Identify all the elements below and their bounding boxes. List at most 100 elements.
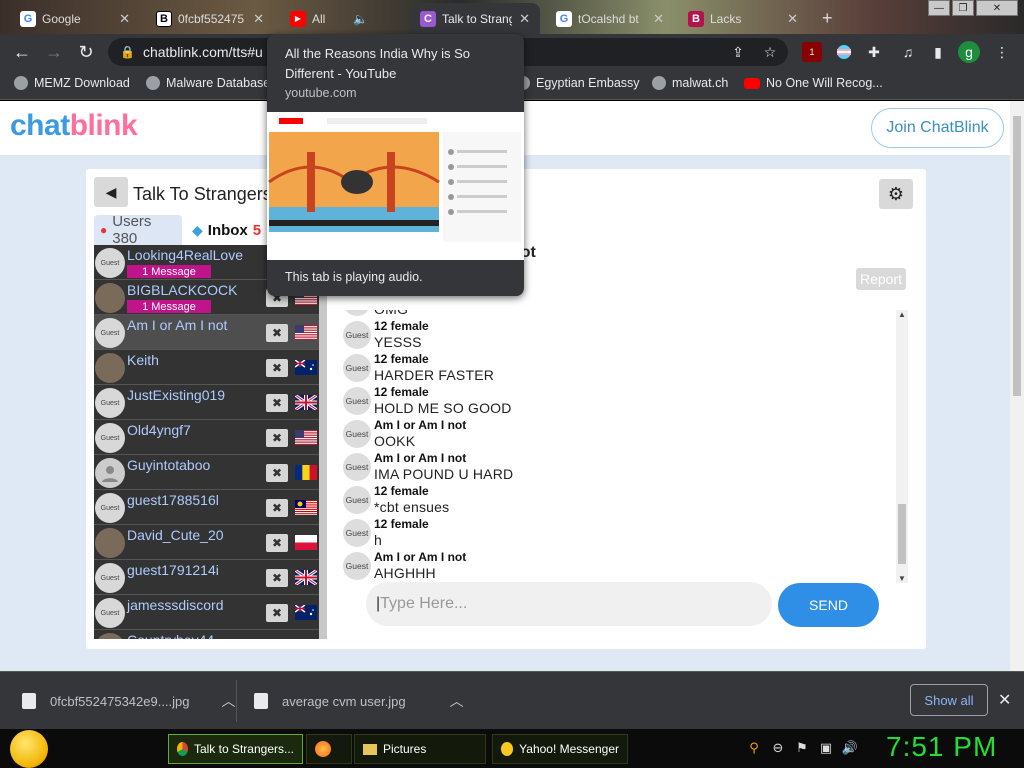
star-icon[interactable]: ☆ [760,42,780,62]
message-sender[interactable]: 12 female [374,352,429,366]
user-avatar[interactable]: Guest [95,248,125,278]
minus-circle-icon[interactable]: ⊖ [770,740,786,756]
menu-kebab-icon[interactable]: ⋮ [992,42,1012,62]
download-item[interactable]: average cvm user.jpg ︿ [254,672,464,730]
unread-message-badge[interactable]: 1 Message [127,300,211,313]
message-sender[interactable]: Am I or Am I not [374,550,466,564]
scroll-up-icon[interactable]: ▲ [898,310,906,319]
user-avatar[interactable] [95,528,125,558]
user-name[interactable]: Countryboy44 [127,632,214,639]
reload-icon[interactable]: ↻ [74,40,98,64]
message-sender[interactable]: Am I or Am I not [374,451,466,465]
user-name[interactable]: Am I or Am I not [127,317,227,333]
message-avatar[interactable]: Guest [343,387,371,415]
message-avatar[interactable]: Guest [343,519,371,547]
user-list-item[interactable]: Guyintotaboo ✖ [94,455,319,490]
message-sender[interactable]: Am I or Am I not [374,418,466,432]
user-list-item[interactable]: Guest guest1791214i ✖ [94,560,319,595]
user-name[interactable]: Old4yngf7 [127,422,191,438]
user-list-scrollbar[interactable] [319,245,327,639]
forward-arrow-icon[interactable]: → [42,40,66,64]
user-avatar[interactable]: Guest [95,598,125,628]
user-avatar[interactable] [95,283,125,313]
user-name[interactable]: guest1791214i [127,562,219,578]
close-icon[interactable]: ✕ [998,690,1011,710]
close-icon[interactable]: ✖ [266,394,288,412]
user-avatar[interactable]: Guest [95,493,125,523]
taskbar-clock[interactable]: 7:51 PM [886,731,997,763]
close-icon[interactable]: ✖ [266,464,288,482]
user-list-item[interactable]: David_Cute_20 ✖ [94,525,319,560]
message-avatar[interactable]: Guest [343,354,371,382]
chevron-up-icon[interactable]: ︿ [450,691,464,711]
tab-inbox[interactable]: ◆ Inbox 5 [186,215,266,245]
user-list-item[interactable]: Countryboy44✖ [94,630,319,639]
user-avatar[interactable]: Guest [95,318,125,348]
taskbar-item-firefox[interactable] [306,734,352,764]
close-icon[interactable]: ✕ [519,11,530,27]
user-avatar[interactable]: Guest [95,423,125,453]
user-name[interactable]: Looking4RealLove [127,247,243,263]
user-name[interactable]: Guyintotaboo [127,457,210,473]
tab-b[interactable]: B Lacks ✕ [678,3,808,34]
network-icon[interactable]: ▣ [818,740,834,756]
user-avatar[interactable]: Guest [95,563,125,593]
send-button[interactable]: SEND [778,583,879,627]
scroll-down-icon[interactable]: ▼ [898,574,906,583]
tab-google[interactable]: G Google ✕ [10,3,140,34]
user-name[interactable]: jamesssdiscord [127,597,223,613]
user-name[interactable]: Keith [127,352,159,368]
close-icon[interactable]: ✖ [266,324,288,342]
message-sender[interactable]: 12 female [374,484,429,498]
bookmark-memz[interactable]: MEMZ Download [14,76,130,90]
side-panel-icon[interactable]: ▮ [928,42,948,62]
close-icon[interactable]: ✕ [653,11,664,27]
speaker-icon[interactable]: 🔈 [353,12,368,26]
maximize-button[interactable]: ❐ [952,0,974,16]
back-button[interactable]: ◀ [94,177,128,207]
user-avatar[interactable] [95,633,125,639]
user-name[interactable]: guest1788516l [127,492,219,508]
tab-google-2[interactable]: G tOcalshd bt ✕ [546,3,674,34]
user-list-item[interactable]: Guest Old4yngf7 ✖ [94,420,319,455]
window-close-button[interactable]: ✕ [976,0,1018,16]
message-avatar[interactable]: Guest [343,453,371,481]
tab-talk-to-strangers[interactable]: C Talk to Strangers ✕ [410,3,540,34]
message-sender[interactable]: 12 female [374,319,429,333]
bookmark-malwatch[interactable]: malwat.ch [652,76,728,90]
settings-button[interactable]: ⚙ [879,179,913,209]
close-icon[interactable]: ✖ [266,604,288,622]
user-list-item[interactable]: Keith ✖ [94,350,319,385]
start-button[interactable] [10,730,48,768]
user-name[interactable]: David_Cute_20 [127,527,224,543]
message-avatar[interactable]: Guest [343,486,371,514]
page-scrollbar-thumb[interactable] [1013,116,1021,396]
user-avatar[interactable] [95,353,125,383]
report-button[interactable]: Report [856,268,906,290]
user-list-item[interactable]: Guest JustExisting019 ✖ [94,385,319,420]
extensions-puzzle-icon[interactable]: ✚ [864,42,884,62]
taskbar-item-chrome[interactable]: Talk to Strangers... [168,734,303,764]
message-sender[interactable]: 12 female [374,385,429,399]
media-control-icon[interactable]: ♫ [898,42,918,62]
chatblink-logo[interactable]: chatblink [10,109,138,143]
user-avatar[interactable]: Guest [95,388,125,418]
message-avatar[interactable]: Guest [343,321,371,349]
download-item[interactable]: 0fcbf552475342e9....jpg ︿ [22,672,236,730]
tab-users[interactable]: ● Users 380 [94,213,182,247]
bookmark-youtube-video[interactable]: No One Will Recog... [744,76,883,90]
volume-icon[interactable]: 🔊 [842,740,858,756]
minimize-button[interactable]: — [928,0,950,16]
pride-flag-extension-icon[interactable] [834,42,854,62]
search-icon[interactable]: ⚲ [746,740,762,756]
user-list-item[interactable]: Guest jamesssdiscord ✖ [94,595,319,630]
message-sender[interactable]: 12 female [374,517,429,531]
close-icon[interactable]: ✕ [119,11,130,27]
unread-message-badge[interactable]: 1 Message [127,265,211,278]
close-icon[interactable]: ✖ [266,569,288,587]
bookmark-egyptian-embassy[interactable]: Egyptian Embassy [516,76,640,90]
new-tab-button[interactable]: + [812,3,842,34]
back-arrow-icon[interactable]: ← [10,40,34,64]
chevron-up-icon[interactable]: ︿ [222,691,236,711]
close-icon[interactable]: ✖ [266,499,288,517]
